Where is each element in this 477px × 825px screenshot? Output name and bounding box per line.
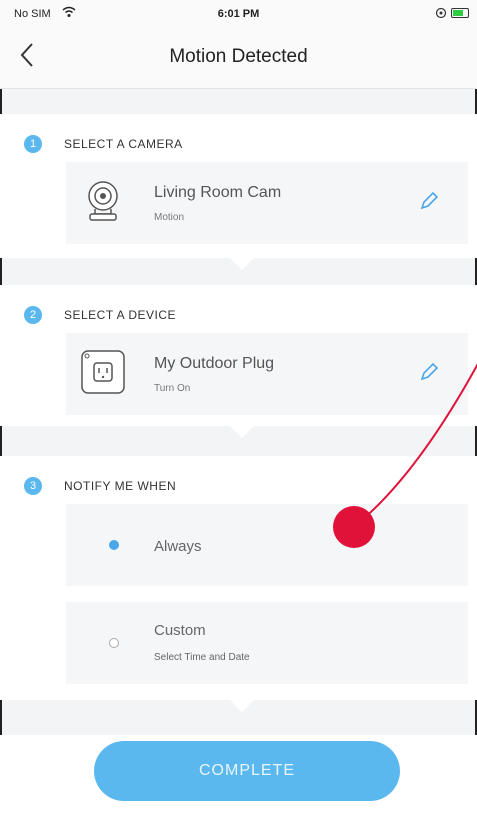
plug-icon — [78, 347, 128, 397]
complete-button[interactable]: COMPLETE — [94, 741, 400, 801]
step-select-camera: 1 SELECT A CAMERA Living Room Cam Motion — [0, 114, 477, 258]
camera-action: Motion — [154, 212, 185, 223]
page-title: Motion Detected — [169, 46, 308, 67]
camera-name: Living Room Cam — [154, 184, 282, 201]
camera-card[interactable]: Living Room Cam Motion — [66, 162, 468, 244]
step-title: SELECT A DEVICE — [64, 308, 176, 322]
step-connector — [230, 700, 254, 712]
pencil-icon — [420, 191, 439, 210]
edit-camera-button[interactable] — [418, 190, 444, 216]
edit-device-button[interactable] — [418, 361, 444, 387]
step-title: NOTIFY ME WHEN — [64, 479, 177, 493]
battery-icon — [451, 8, 469, 18]
option-label: Always — [154, 538, 202, 555]
orientation-lock-icon — [435, 7, 447, 22]
device-card[interactable]: My Outdoor Plug Turn On — [66, 333, 468, 415]
step-notify-me-when: 3 NOTIFY ME WHEN Always Custom Select Ti… — [0, 456, 477, 700]
radio-selected-icon — [109, 540, 119, 550]
status-time: 6:01 PM — [217, 8, 260, 20]
option-always[interactable]: Always — [66, 504, 468, 586]
step-select-device: 2 SELECT A DEVICE My Outdoor Plug Turn O… — [0, 285, 477, 426]
device-action: Turn On — [154, 383, 191, 394]
annotation-marker — [333, 506, 375, 548]
step-header: 2 SELECT A DEVICE — [24, 305, 176, 325]
step-header: 3 NOTIFY ME WHEN — [24, 476, 176, 496]
step-number-badge: 2 — [24, 306, 42, 324]
pencil-icon — [420, 362, 439, 381]
footer-bar: COMPLETE — [0, 735, 477, 825]
radio-unselected-icon — [109, 638, 119, 648]
device-name: My Outdoor Plug — [154, 355, 275, 372]
option-sublabel: Select Time and Date — [154, 652, 250, 663]
status-bar: No SIM 6:01 PM — [0, 0, 477, 28]
step-number-badge: 3 — [24, 477, 42, 495]
step-connector — [230, 426, 254, 438]
step-number-badge: 1 — [24, 135, 42, 153]
camera-icon — [78, 176, 128, 226]
option-label: Custom — [154, 622, 206, 639]
nav-bar: Motion Detected — [0, 28, 477, 89]
step-connector — [230, 258, 254, 270]
step-header: 1 SELECT A CAMERA — [24, 134, 183, 154]
step-title: SELECT A CAMERA — [64, 137, 183, 151]
option-custom[interactable]: Custom Select Time and Date — [66, 602, 468, 684]
